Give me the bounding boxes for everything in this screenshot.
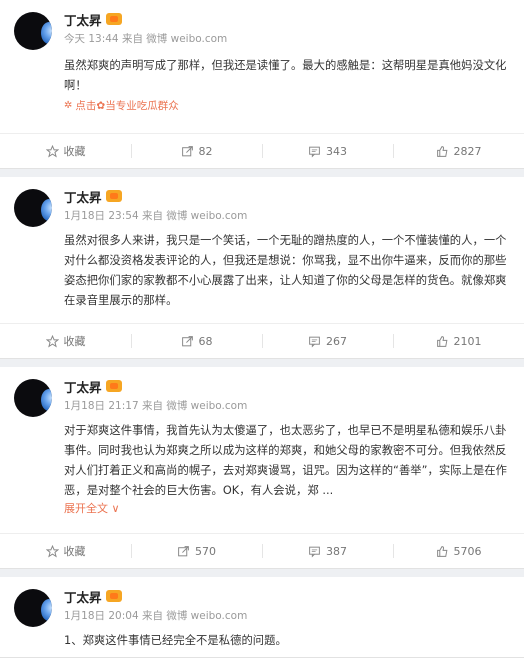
comment-count: 343: [326, 144, 347, 158]
comment-icon: [309, 336, 320, 348]
comment-icon: [309, 546, 320, 558]
vip-badge-icon: [105, 380, 122, 392]
favorite-button[interactable]: 收藏: [0, 534, 131, 568]
repost-button[interactable]: 82: [131, 134, 262, 168]
vip-badge-icon: [105, 13, 122, 25]
repost-icon: [181, 145, 193, 156]
like-count: 2101: [453, 334, 482, 348]
weibo-feed: 丁太昇 今天 13:44 来自 微博 weibo.com 虽然郑爽的声明写成了那…: [0, 0, 524, 658]
repost-count: 570: [195, 544, 216, 558]
post-tag-label: 点击✿当专业吃瓜群众: [75, 100, 179, 112]
post-time[interactable]: 今天 13:44: [64, 33, 119, 45]
post-card: 丁太昇 1月18日 23:54 来自 微博 weibo.com 虽然对很多人来讲…: [0, 177, 524, 359]
vip-badge-icon: [105, 190, 122, 202]
comment-count: 387: [326, 544, 347, 558]
repost-icon: [178, 545, 189, 556]
post-actions: 收藏 68 267 2101: [0, 323, 524, 358]
post-source: 来自 微博 weibo.com: [141, 400, 248, 412]
author-name[interactable]: 丁太昇: [64, 587, 102, 606]
favorite-button[interactable]: 收藏: [0, 324, 131, 358]
thumbs-up-icon: [436, 545, 447, 557]
like-button[interactable]: 2101: [393, 324, 524, 358]
post-time[interactable]: 1月18日 23:54: [64, 210, 139, 222]
expand-full-text-link[interactable]: 展开全文 ∨: [64, 501, 510, 517]
avatar[interactable]: [14, 379, 52, 417]
post-time[interactable]: 1月18日 21:17: [64, 400, 139, 412]
vip-badge-icon: [105, 590, 122, 602]
repost-button[interactable]: 68: [131, 324, 262, 358]
avatar[interactable]: [14, 12, 52, 50]
repost-count: 68: [198, 334, 213, 348]
post-meta: 1月18日 21:17 来自 微博 weibo.com: [64, 398, 510, 413]
comment-icon: [309, 146, 320, 158]
author-name[interactable]: 丁太昇: [64, 10, 102, 29]
post-actions: 收藏 82 343 2827: [0, 133, 524, 168]
favorite-button[interactable]: 收藏: [0, 134, 131, 168]
post-meta: 1月18日 20:04 来自 微博 weibo.com: [64, 608, 510, 623]
sparkle-icon: ✲: [64, 100, 73, 111]
favorite-label: 收藏: [63, 145, 86, 158]
post-text: 虽然郑爽的声明写成了那样，但我还是读懂了。最大的感触是：这帮明星是真他妈没文化啊…: [64, 59, 507, 92]
star-icon: [45, 544, 59, 557]
like-count: 5706: [453, 544, 482, 558]
post-source: 来自 微博 weibo.com: [121, 33, 228, 45]
comment-button[interactable]: 343: [262, 134, 393, 168]
post-text: 1、郑爽这件事情已经完全不是私德的问题。: [64, 634, 287, 647]
post-actions: 收藏 570 387 5706: [0, 533, 524, 568]
post-text: 对于郑爽这件事情，我首先认为太傻逼了，也太恶劣了，也早已不是明星私德和娱乐八卦事…: [64, 424, 507, 497]
post-meta: 1月18日 23:54 来自 微博 weibo.com: [64, 208, 510, 223]
star-icon: [45, 144, 59, 157]
avatar[interactable]: [14, 589, 52, 627]
star-icon: [45, 334, 59, 347]
like-button[interactable]: 2827: [393, 134, 524, 168]
post-card: 丁太昇 今天 13:44 来自 微博 weibo.com 虽然郑爽的声明写成了那…: [0, 0, 524, 169]
thumbs-up-icon: [436, 335, 447, 347]
repost-count: 82: [198, 144, 213, 158]
post-source: 来自 微博 weibo.com: [141, 210, 248, 222]
post-meta: 今天 13:44 来自 微博 weibo.com: [64, 31, 510, 46]
post-source: 来自 微博 weibo.com: [141, 610, 248, 622]
author-name[interactable]: 丁太昇: [64, 377, 102, 396]
post-tag[interactable]: ✲ 点击✿当专业吃瓜群众: [64, 98, 510, 113]
avatar[interactable]: [14, 189, 52, 227]
post-text: 虽然对很多人来讲，我只是一个笑话，一个无耻的蹭热度的人，一个不懂装懂的人，一个对…: [64, 234, 507, 307]
thumbs-up-icon: [436, 145, 447, 157]
comment-button[interactable]: 267: [262, 324, 393, 358]
post-card: 丁太昇 1月18日 21:17 来自 微博 weibo.com 对于郑爽这件事情…: [0, 367, 524, 569]
comment-count: 267: [326, 334, 347, 348]
comment-button[interactable]: 387: [262, 534, 393, 568]
favorite-label: 收藏: [63, 335, 86, 348]
repost-button[interactable]: 570: [131, 534, 262, 568]
post-time[interactable]: 1月18日 20:04: [64, 610, 139, 622]
like-button[interactable]: 5706: [393, 534, 524, 568]
like-count: 2827: [453, 144, 482, 158]
repost-icon: [181, 335, 193, 346]
author-name[interactable]: 丁太昇: [64, 187, 102, 206]
favorite-label: 收藏: [63, 545, 86, 558]
post-card: 丁太昇 1月18日 20:04 来自 微博 weibo.com 1、郑爽这件事情…: [0, 577, 524, 658]
